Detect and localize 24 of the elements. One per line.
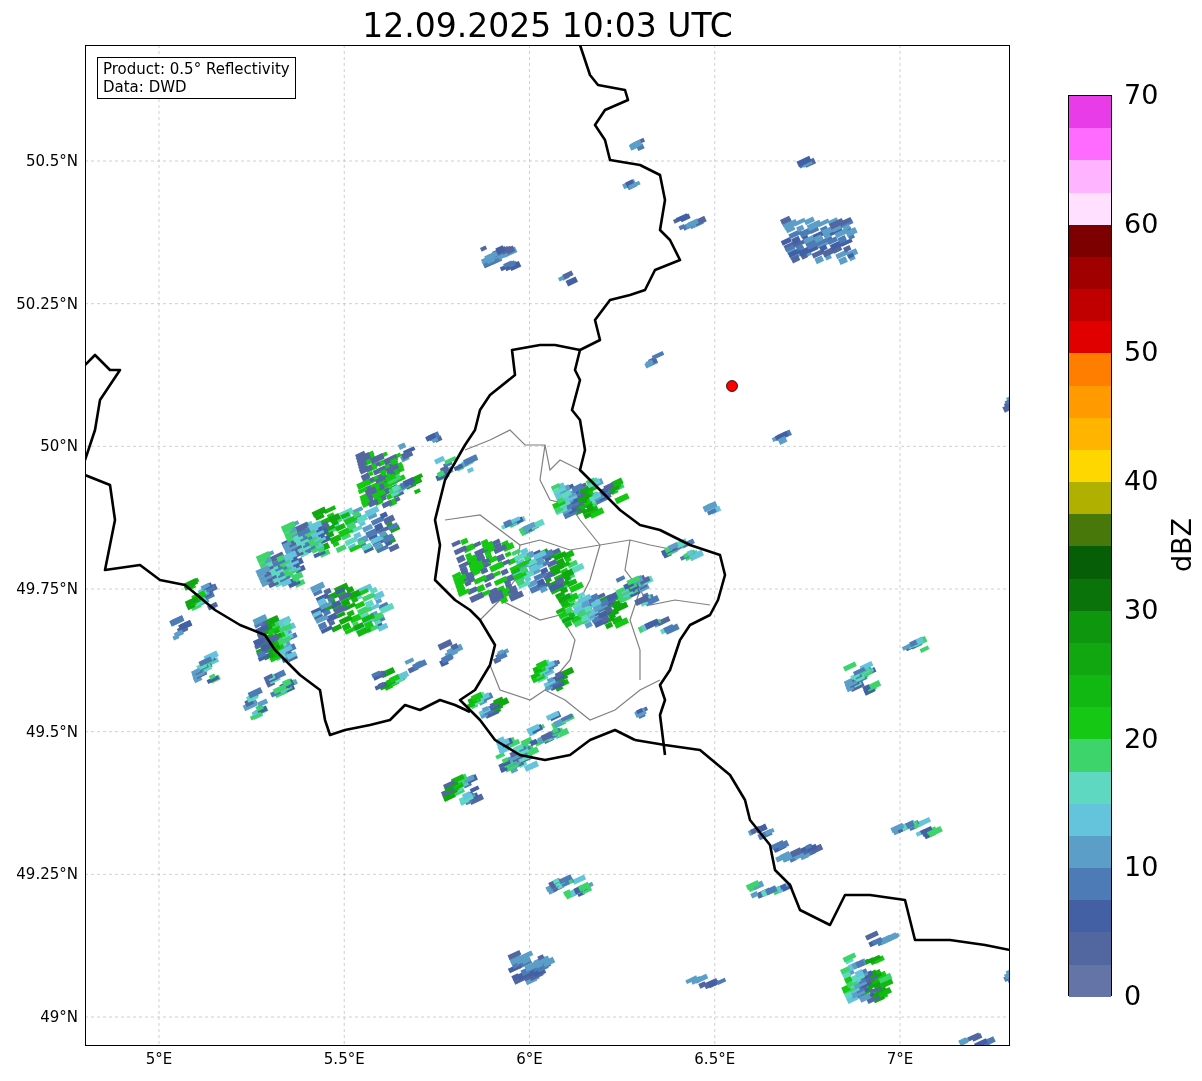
axis-tick-label: 7°E <box>886 1050 914 1068</box>
colorbar-tick-label: 30 <box>1124 594 1159 625</box>
chart-title: 12.09.2025 10:03 UTC <box>361 5 734 45</box>
axis-tick-label: 49.75°N <box>16 580 78 598</box>
axis-tick-label: 50°N <box>40 437 78 456</box>
info-text: Product: 0.5° Reflectivity <box>103 60 290 78</box>
colorbar-tick-label: 0 <box>1124 981 1142 1011</box>
colorbar-tick-label: 50 <box>1124 337 1159 368</box>
axis-tick-label: 6.5°E <box>694 1050 736 1068</box>
axis-tick-label: 50.25°N <box>16 294 78 313</box>
colorbar-tick-label: 20 <box>1124 723 1159 754</box>
axis-tick-label: 49°N <box>40 1008 78 1026</box>
colorbar-tick-label: 40 <box>1124 466 1159 497</box>
colorbar-tick-label: 70 <box>1124 80 1159 110</box>
axis-tick-label: 5.5°E <box>323 1050 365 1068</box>
axis-tick-label: 6°E <box>516 1050 543 1068</box>
colorbar-tick-label: 10 <box>1124 852 1159 883</box>
info-text: Data: DWD <box>103 78 188 96</box>
axis-tick-label: 5°E <box>145 1050 173 1068</box>
colorbar-label: dBZ <box>1165 517 1197 573</box>
axis-tick-label: 50.5°N <box>25 152 78 170</box>
axis-tick-label: 49.25°N <box>16 865 78 884</box>
colorbar-tick-label: 60 <box>1124 208 1159 239</box>
axis-tick-label: 49.5°N <box>25 722 78 741</box>
